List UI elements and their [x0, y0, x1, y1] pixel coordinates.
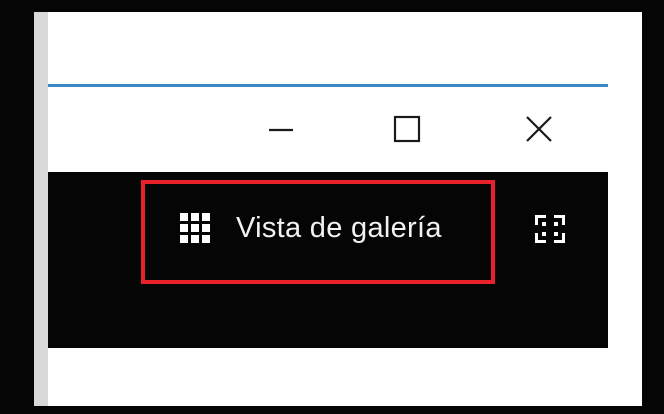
- minimize-button[interactable]: [256, 106, 306, 152]
- gallery-view-label: Vista de galería: [236, 211, 442, 244]
- frame-border-bottom: [0, 406, 664, 414]
- minimize-icon: [269, 128, 293, 132]
- screenshot-frame: Vista de galería: [0, 0, 664, 414]
- fullscreen-button[interactable]: [532, 212, 568, 246]
- maximize-button[interactable]: [382, 106, 432, 152]
- grid-icon: [180, 213, 210, 243]
- frame-border-right: [642, 0, 664, 414]
- close-icon: [526, 116, 552, 142]
- fullscreen-icon: [535, 215, 565, 243]
- gallery-view-button[interactable]: Vista de galería: [172, 198, 472, 258]
- window-edge: [34, 12, 48, 406]
- title-bar-accent-line: [48, 84, 608, 87]
- maximize-icon: [393, 115, 421, 143]
- frame-border-left: [0, 0, 34, 414]
- frame-border-top: [0, 0, 664, 12]
- close-button[interactable]: [514, 106, 564, 152]
